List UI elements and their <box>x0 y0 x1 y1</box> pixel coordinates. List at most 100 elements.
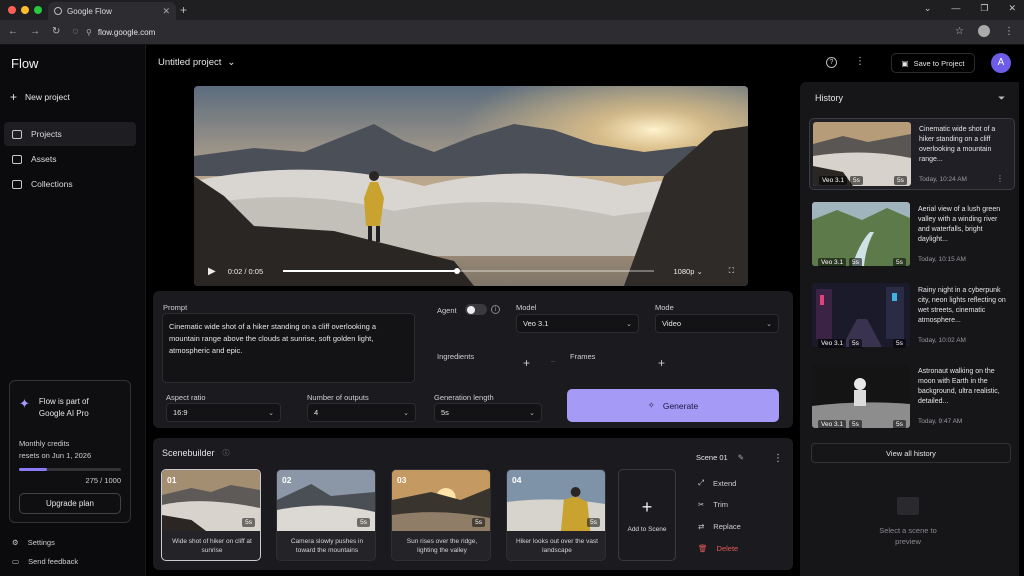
add-ingredient-button[interactable]: + <box>523 356 530 370</box>
info-icon[interactable]: i <box>491 305 500 314</box>
scrubber-handle[interactable] <box>454 268 461 274</box>
chevron-down-icon: ⌄ <box>268 409 274 417</box>
length-badge: 5s <box>850 176 863 185</box>
scene-caption: Camera slowly pushes in toward the mount… <box>290 538 364 554</box>
scene-caption: Wide shot of hiker on cliff at sunrise <box>172 538 252 554</box>
bookmark-star-icon[interactable]: ☆ <box>955 26 964 37</box>
sparkle-icon: ✧ <box>647 400 655 410</box>
history-item[interactable]: Veo 3.1 5s 5s Rainy night in a cyberpunk… <box>809 280 1015 352</box>
length-badge: 5s <box>849 339 862 348</box>
generate-button[interactable]: ✧ Generate <box>567 389 779 422</box>
view-all-history-button[interactable]: View all history <box>811 443 1011 463</box>
history-item[interactable]: Veo 3.1 5s 5s Astronaut walking on the m… <box>809 361 1015 433</box>
send-feedback-link[interactable]: ▭ Send feedback <box>12 557 78 566</box>
outputs-select[interactable]: 4 ⌄ <box>307 403 416 422</box>
chevron-down-icon: ⌄ <box>227 57 236 68</box>
scene-caption: Sun rises over the ridge, lighting the v… <box>406 538 478 554</box>
scene-card[interactable]: 01 5s Wide shot of hiker on cliff at sun… <box>161 469 261 561</box>
credits-text: Monthly credits resets on Jun 1, 2026 <box>19 438 121 462</box>
maximize-window-dot[interactable] <box>34 6 42 14</box>
filter-icon[interactable]: ⏷ <box>998 93 1005 104</box>
delete-button[interactable]: 🗑 Delete <box>698 544 738 553</box>
url-text: flow.google.com <box>97 28 156 37</box>
mode-select[interactable]: Video ⌄ <box>655 314 779 333</box>
minimize-icon[interactable]: — <box>951 3 960 14</box>
save-icon: ▣ <box>901 58 909 68</box>
video-scrubber[interactable] <box>283 268 654 274</box>
agent-toggle[interactable] <box>465 304 487 315</box>
close-window-dot[interactable] <box>8 6 16 14</box>
scene-more-icon[interactable]: ⋮ <box>773 453 783 464</box>
scrubber-fill <box>283 270 458 272</box>
minimize-window-dot[interactable] <box>21 6 29 14</box>
new-project-button[interactable]: + New project <box>10 90 70 104</box>
clapperboard-icon <box>897 497 919 515</box>
site-info-icon[interactable]: ◌ <box>72 26 78 37</box>
new-tab-icon[interactable]: + <box>180 3 187 17</box>
replace-label: Replace <box>713 522 741 531</box>
avatar[interactable]: A <box>991 53 1011 73</box>
browser-actions: ☆ ⋮ <box>955 25 1014 37</box>
add-frame-button[interactable]: + <box>658 356 665 370</box>
close-tab-icon[interactable]: ✕ <box>162 6 170 17</box>
help-icon[interactable]: ? <box>826 57 837 68</box>
save-to-project-button[interactable]: ▣ Save to Project <box>891 53 975 73</box>
scene-name-text: Scene 01 <box>696 453 728 462</box>
globe-icon <box>54 7 62 15</box>
project-title-dropdown[interactable]: Untitled project ⌄ <box>158 57 235 68</box>
credits-progress-bar <box>19 468 121 471</box>
video-player[interactable]: ▶ 0:02 / 0:05 1080p ⌄ ⛶ <box>194 86 748 286</box>
divider: – <box>551 356 556 365</box>
history-time: Today, 10:02 AM <box>918 337 966 344</box>
scene-card[interactable]: 04 5s Hiker looks out over the vast land… <box>506 469 606 561</box>
scenebuilder-title-text: Scenebuilder <box>162 448 215 458</box>
duration-badge: 5s <box>893 258 906 267</box>
extend-button[interactable]: ⤢ Extend <box>698 478 736 488</box>
pencil-icon[interactable]: ✎ <box>738 453 744 462</box>
forward-icon[interactable]: → <box>30 26 40 37</box>
outputs-label: Number of outputs <box>307 393 369 402</box>
address-bar-row: ← → ↻ ◌ ⚲ flow.google.com ☆ ⋮ <box>0 20 1024 45</box>
scene-card[interactable]: 02 5s Camera slowly pushes in toward the… <box>276 469 376 561</box>
sidebar-item-collections[interactable]: Collections <box>4 172 136 196</box>
tune-icon: ⚲ <box>86 28 92 37</box>
fullscreen-icon[interactable]: ⛶ <box>729 266 734 276</box>
mode-value: Video <box>662 319 682 328</box>
restore-icon[interactable]: ❐ <box>980 3 988 14</box>
profile-icon[interactable] <box>978 25 990 37</box>
replace-button[interactable]: ⇄ Replace <box>698 522 741 531</box>
settings-link[interactable]: ⚙ Settings <box>12 538 55 547</box>
scene-card[interactable]: 03 5s Sun rises over the ridge, lighting… <box>391 469 491 561</box>
reload-icon[interactable]: ↻ <box>52 26 60 37</box>
url-field[interactable]: ⚲ flow.google.com <box>82 25 962 40</box>
scene-duration: 5s <box>472 518 485 527</box>
aspect-ratio-select[interactable]: 16:9 ⌄ <box>166 403 281 422</box>
scene-duration: 5s <box>357 518 370 527</box>
browser-tab[interactable]: Google Flow ✕ <box>48 2 176 20</box>
history-item[interactable]: Veo 3.1 5s 5s Aerial view of a lush gree… <box>809 199 1015 271</box>
flow-logo[interactable]: Flow <box>11 56 38 71</box>
close-icon[interactable]: ✕ <box>1008 3 1016 14</box>
settings-label: Settings <box>27 538 55 547</box>
credits-line-2: resets on Jun 1, 2026 <box>19 451 92 460</box>
history-item[interactable]: Veo 3.1 5s 5s Cinematic wide shot of a h… <box>809 118 1015 190</box>
scene-caption: Hiker looks out over the vast landscape <box>515 538 598 554</box>
sidebar-item-assets[interactable]: Assets <box>4 147 136 171</box>
add-to-scene-button[interactable]: + Add to Scene <box>618 469 676 561</box>
trim-button[interactable]: ✂ Trim <box>698 500 728 509</box>
quality-selector[interactable]: 1080p ⌄ <box>674 267 703 276</box>
play-icon[interactable]: ▶ <box>208 266 216 277</box>
generation-length-select[interactable]: 5s ⌄ <box>434 403 542 422</box>
upgrade-plan-button[interactable]: Upgrade plan <box>19 493 121 514</box>
more-options-icon[interactable]: ⋮ <box>855 56 865 67</box>
history-more-icon[interactable]: ⋮ <box>996 174 1004 183</box>
model-badge: Veo 3.1 <box>818 258 847 267</box>
chevron-down-icon[interactable]: ⌄ <box>924 3 932 14</box>
prompt-input[interactable]: Cinematic wide shot of a hiker standing … <box>162 313 415 383</box>
model-select[interactable]: Veo 3.1 ⌄ <box>516 314 639 333</box>
browser-menu-icon[interactable]: ⋮ <box>1004 26 1014 37</box>
info-icon[interactable]: ⓘ <box>223 448 230 458</box>
sidebar-item-projects[interactable]: Projects <box>4 122 136 146</box>
back-icon[interactable]: ← <box>8 26 18 37</box>
sparkle-icon: ✦ <box>19 396 30 411</box>
